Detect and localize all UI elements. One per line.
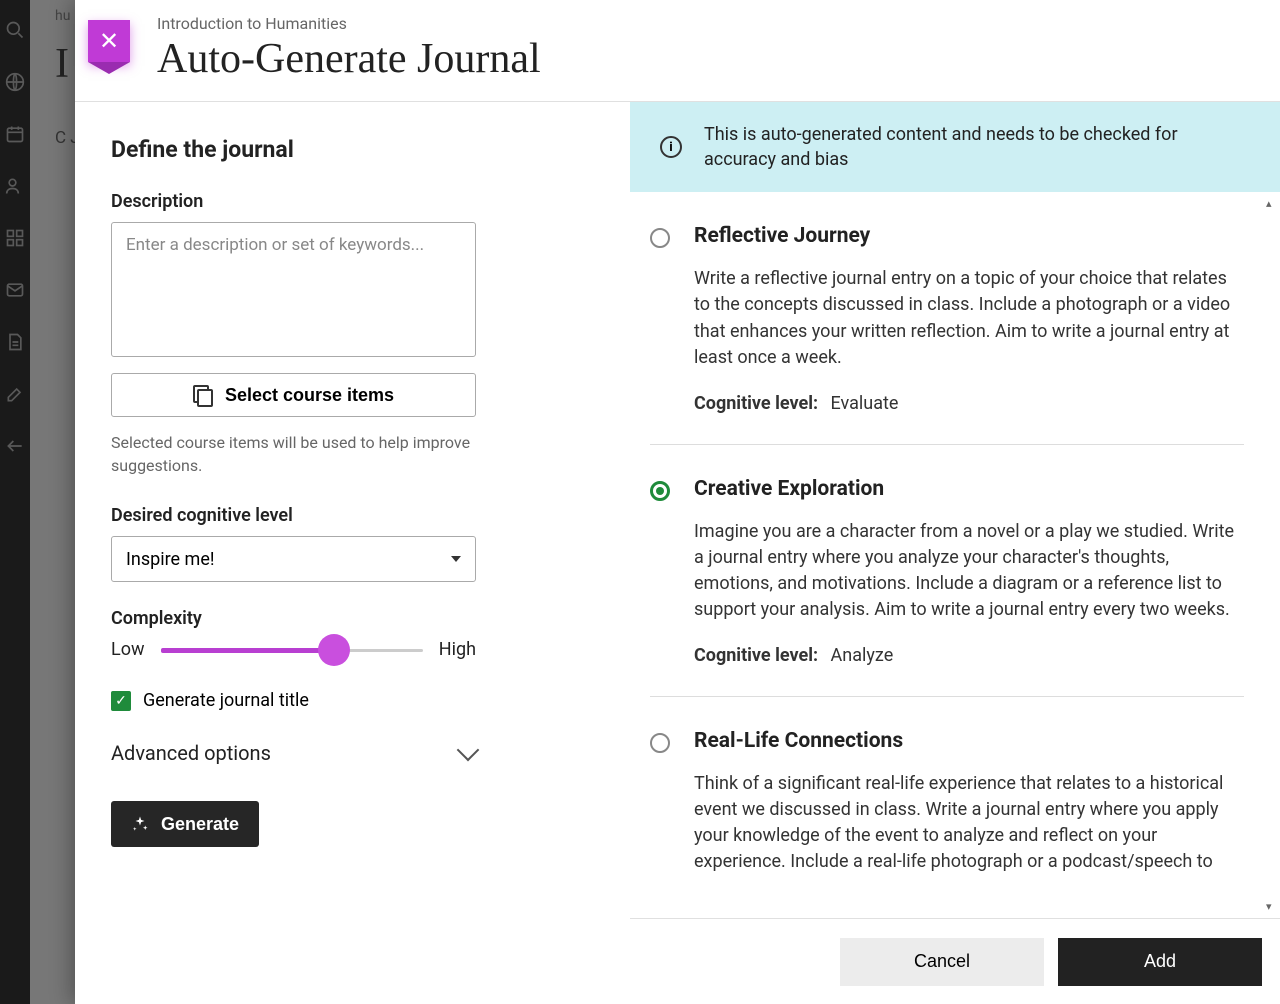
cognitive-label: Cognitive level: xyxy=(694,393,818,414)
generate-title-row: ✓ Generate journal title xyxy=(111,690,594,711)
back-icon xyxy=(5,436,25,456)
footer: Cancel Add xyxy=(630,918,1280,1004)
slider-thumb[interactable] xyxy=(318,634,350,666)
suggestion-option: Real-Life Connections Think of a signifi… xyxy=(650,697,1244,927)
suggestion-radio[interactable] xyxy=(650,228,670,248)
suggestion-body: Think of a significant real-life experie… xyxy=(694,771,1244,875)
suggestion-cognitive-row: Cognitive level: Analyze xyxy=(694,645,1244,666)
generate-title-label: Generate journal title xyxy=(143,690,309,711)
modal-panel: Introduction to Humanities Auto-Generate… xyxy=(75,0,1280,1004)
close-icon: ✕ xyxy=(99,27,119,55)
slider-fill xyxy=(161,648,334,653)
suggestion-content: Creative Exploration Imagine you are a c… xyxy=(694,477,1244,666)
complexity-high-label: High xyxy=(439,639,476,660)
cognitive-level-label: Desired cognitive level xyxy=(111,505,594,526)
suggestion-body: Write a reflective journal entry on a to… xyxy=(694,266,1244,370)
generate-button-label: Generate xyxy=(161,814,239,835)
search-icon xyxy=(5,20,25,40)
edit-icon xyxy=(5,384,25,404)
advanced-options-toggle[interactable]: Advanced options xyxy=(111,741,476,765)
suggestion-option: Creative Exploration Imagine you are a c… xyxy=(650,445,1244,697)
suggestion-radio[interactable] xyxy=(650,733,670,753)
cognitive-value: Evaluate xyxy=(831,393,899,414)
suggestion-title: Reflective Journey xyxy=(694,224,1244,248)
select-course-items-button[interactable]: Select course items xyxy=(111,373,476,417)
suggestion-content: Reflective Journey Write a reflective jo… xyxy=(694,224,1244,413)
complexity-low-label: Low xyxy=(111,639,145,660)
suggestions-column: i This is auto-generated content and nee… xyxy=(630,102,1280,1004)
cognitive-value: Analyze xyxy=(831,645,894,666)
people-icon xyxy=(5,176,25,196)
cognitive-level-select[interactable]: Inspire me! xyxy=(111,536,476,582)
doc-icon xyxy=(5,332,25,352)
generate-button[interactable]: Generate xyxy=(111,801,259,847)
cancel-button[interactable]: Cancel xyxy=(840,938,1044,986)
suggestion-body: Imagine you are a character from a novel… xyxy=(694,519,1244,623)
complexity-label: Complexity xyxy=(111,608,594,629)
scroll-down-icon: ▾ xyxy=(1266,900,1278,912)
description-input[interactable] xyxy=(111,222,476,357)
backdrop-crumb: hu xyxy=(55,8,70,24)
info-icon: i xyxy=(660,136,682,158)
panel-header: Introduction to Humanities Auto-Generate… xyxy=(75,0,1280,102)
backdrop-title: I xyxy=(55,40,69,88)
suggestion-cognitive-row: Cognitive level: Evaluate xyxy=(694,393,1244,414)
suggestions-list[interactable]: Reflective Journey Write a reflective jo… xyxy=(630,192,1280,1004)
suggestion-title: Creative Exploration xyxy=(694,477,1244,501)
define-journal-column: Define the journal Description Select co… xyxy=(75,102,630,1004)
suggestion-radio[interactable] xyxy=(650,481,670,501)
generate-title-checkbox[interactable]: ✓ xyxy=(111,691,131,711)
globe-icon xyxy=(5,72,25,92)
course-items-icon xyxy=(193,385,213,405)
suggestion-option: Reflective Journey Write a reflective jo… xyxy=(650,192,1244,444)
suggestion-content: Real-Life Connections Think of a signifi… xyxy=(694,729,1244,897)
panel-body: Define the journal Description Select co… xyxy=(75,102,1280,1004)
sparkle-icon xyxy=(131,815,149,833)
description-label: Description xyxy=(111,191,594,212)
grid-icon xyxy=(5,228,25,248)
chevron-down-icon xyxy=(451,556,461,562)
select-items-help-text: Selected course items will be used to he… xyxy=(111,431,476,477)
cognitive-label: Cognitive level: xyxy=(694,645,818,666)
breadcrumb: Introduction to Humanities xyxy=(157,14,1244,33)
chevron-down-icon xyxy=(457,739,480,762)
info-banner: i This is auto-generated content and nee… xyxy=(630,102,1280,192)
calendar-icon xyxy=(5,124,25,144)
suggestion-title: Real-Life Connections xyxy=(694,729,1244,753)
mail-icon xyxy=(5,280,25,300)
advanced-options-label: Advanced options xyxy=(111,741,271,765)
info-banner-text: This is auto-generated content and needs… xyxy=(704,122,1250,172)
page-title: Auto-Generate Journal xyxy=(157,35,1244,83)
app-left-rail xyxy=(0,0,30,1004)
select-course-items-label: Select course items xyxy=(225,385,394,406)
close-button[interactable]: ✕ xyxy=(88,20,130,62)
add-button[interactable]: Add xyxy=(1058,938,1262,986)
complexity-slider[interactable] xyxy=(161,640,423,660)
scroll-up-icon: ▴ xyxy=(1266,197,1278,209)
section-title: Define the journal xyxy=(111,136,594,163)
cognitive-level-value: Inspire me! xyxy=(126,549,215,570)
complexity-slider-row: Low High xyxy=(111,639,476,660)
